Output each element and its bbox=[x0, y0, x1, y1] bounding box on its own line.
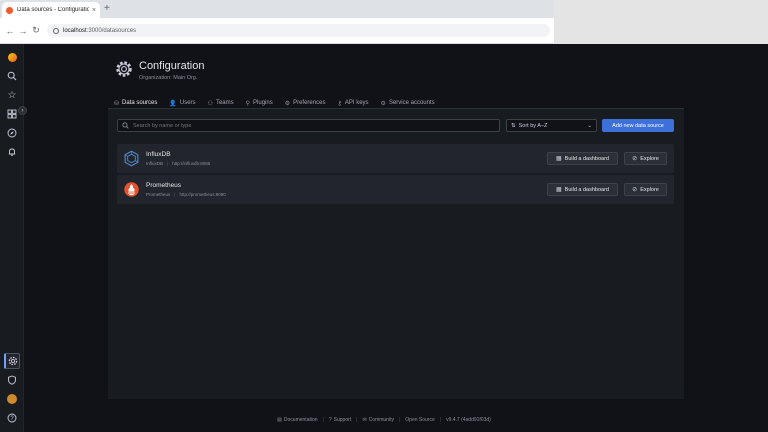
grafana-favicon-icon bbox=[6, 6, 13, 14]
new-tab-button[interactable]: + bbox=[104, 3, 110, 14]
datasource-card-prometheus[interactable]: Prometheus Prometheus | http://prometheus:… bbox=[117, 175, 674, 204]
question-icon: ? bbox=[328, 417, 332, 423]
dashboard-grid-icon: ▦ bbox=[555, 156, 562, 162]
document-icon: ▤ bbox=[277, 417, 282, 423]
datasource-url: http://prometheus:9090 bbox=[179, 192, 226, 197]
footer-open-source-link[interactable]: Open Source bbox=[405, 417, 434, 423]
compass-icon: ⊘ bbox=[632, 156, 638, 162]
browser-tab[interactable]: Data sources - Configuration × bbox=[2, 2, 100, 18]
sort-label: Sort by A–Z bbox=[518, 122, 548, 129]
configuration-gear-icon bbox=[116, 61, 132, 77]
search-icon[interactable] bbox=[4, 68, 20, 84]
footer-label: Open Source bbox=[405, 417, 435, 423]
tab-label: Data sources bbox=[122, 100, 158, 106]
footer-label: Support bbox=[333, 417, 352, 423]
browser-tab-title: Data sources - Configuration bbox=[17, 7, 89, 13]
user-avatar[interactable] bbox=[4, 391, 20, 407]
expand-sidebar-button[interactable]: › bbox=[18, 106, 27, 115]
datasource-card-influxdb[interactable]: InfluxDB InfluxDB | http://influxdb:8086 ▦… bbox=[117, 144, 674, 173]
explore-button[interactable]: ⊘ Explore bbox=[624, 152, 667, 165]
footer-version: v9.4.7 (4add91f03d) bbox=[446, 417, 491, 423]
button-label: Build a dashboard bbox=[564, 155, 609, 162]
browser-chrome: Data sources - Configuration × + ← → ↻ l… bbox=[0, 0, 554, 44]
influxdb-logo-icon bbox=[124, 150, 139, 167]
sort-icon: ⇅ bbox=[511, 122, 516, 129]
search-input[interactable] bbox=[133, 122, 495, 129]
button-label: Build a dashboard bbox=[564, 186, 609, 193]
key-icon: ⚷ bbox=[337, 100, 342, 107]
service-account-icon: ⚙ bbox=[380, 100, 386, 107]
url-path: :3000/datasources bbox=[86, 27, 137, 34]
url-host: localhost bbox=[63, 27, 87, 34]
browser-navbar: ← → ↻ localhost:3000/datasources bbox=[0, 18, 554, 44]
comments-icon: ✉ bbox=[362, 417, 367, 423]
grafana-logo-icon[interactable] bbox=[4, 49, 20, 65]
footer-label: v9.4.7 (4add91f03d) bbox=[446, 417, 491, 423]
build-dashboard-button[interactable]: ▦ Build a dashboard bbox=[547, 152, 618, 165]
users-icon: ⚇ bbox=[207, 100, 213, 107]
reload-button[interactable]: ↻ bbox=[30, 25, 42, 36]
database-icon: ⛁ bbox=[114, 100, 120, 107]
datasource-meta: InfluxDB | http://influxdb:8086 bbox=[146, 161, 211, 166]
search-icon bbox=[122, 122, 129, 129]
footer-label: Community bbox=[368, 417, 394, 423]
prometheus-logo-icon bbox=[124, 182, 139, 197]
add-new-data-source-button[interactable]: Add new data source bbox=[602, 119, 674, 132]
close-tab-icon[interactable]: × bbox=[92, 7, 96, 14]
datasource-name[interactable]: InfluxDB bbox=[146, 151, 171, 158]
footer-label: Documentation bbox=[283, 417, 318, 423]
server-admin-shield-icon[interactable] bbox=[4, 372, 20, 388]
sidebar: ☆ › ? bbox=[0, 44, 27, 432]
tab-label: Teams bbox=[215, 100, 234, 106]
browser-tabstrip: Data sources - Configuration × + bbox=[0, 0, 554, 18]
sliders-icon: ⚙ bbox=[284, 100, 291, 107]
page-title: Configuration bbox=[139, 60, 205, 72]
footer-community-link[interactable]: ✉ Community bbox=[362, 417, 394, 423]
tab-label: Service accounts bbox=[388, 100, 435, 106]
chevron-down-icon: ⌄ bbox=[587, 122, 592, 129]
footer-support-link[interactable]: ? Support bbox=[329, 417, 351, 423]
tab-label: Users bbox=[179, 100, 196, 106]
tab-label: Preferences bbox=[293, 100, 326, 106]
tab-label: Plugins bbox=[253, 100, 273, 106]
compass-icon: ⊘ bbox=[632, 187, 638, 193]
datasource-url: http://influxdb:8086 bbox=[172, 161, 211, 166]
datasource-type: InfluxDB bbox=[146, 161, 164, 166]
back-button[interactable]: ← bbox=[4, 26, 16, 36]
build-dashboard-button[interactable]: ▦ Build a dashboard bbox=[547, 183, 618, 196]
button-label: Explore bbox=[640, 186, 659, 193]
explore-icon[interactable] bbox=[4, 125, 20, 141]
sort-select[interactable]: ⇅ Sort by A–Z ⌄ bbox=[506, 119, 597, 132]
explore-button[interactable]: ⊘ Explore bbox=[624, 183, 667, 196]
dashboard-grid-icon: ▦ bbox=[555, 187, 562, 193]
datasource-name[interactable]: Prometheus bbox=[146, 182, 181, 189]
datasource-meta: Prometheus | http://prometheus:9090 bbox=[146, 192, 226, 197]
window-background bbox=[554, 0, 768, 44]
configuration-gear-icon[interactable] bbox=[4, 353, 20, 369]
user-icon: 👤 bbox=[169, 100, 177, 107]
forward-button[interactable]: → bbox=[17, 26, 29, 36]
address-bar[interactable]: localhost:3000/datasources bbox=[47, 24, 550, 37]
alerting-bell-icon[interactable] bbox=[4, 144, 20, 160]
site-info-icon[interactable] bbox=[53, 27, 59, 34]
datasource-type: Prometheus bbox=[146, 192, 171, 197]
tab-label: API keys bbox=[344, 100, 369, 106]
page-subtitle: Organization: Main Org. bbox=[139, 75, 198, 81]
plug-icon: ⚲ bbox=[245, 100, 251, 107]
footer-documentation-link[interactable]: ▤ Documentation bbox=[277, 417, 317, 423]
button-label: Explore bbox=[640, 155, 659, 162]
search-field[interactable] bbox=[117, 119, 500, 132]
starred-icon[interactable]: ☆ bbox=[4, 87, 20, 103]
footer: ▤ Documentation | ? Support | ✉ Community |… bbox=[277, 417, 491, 423]
